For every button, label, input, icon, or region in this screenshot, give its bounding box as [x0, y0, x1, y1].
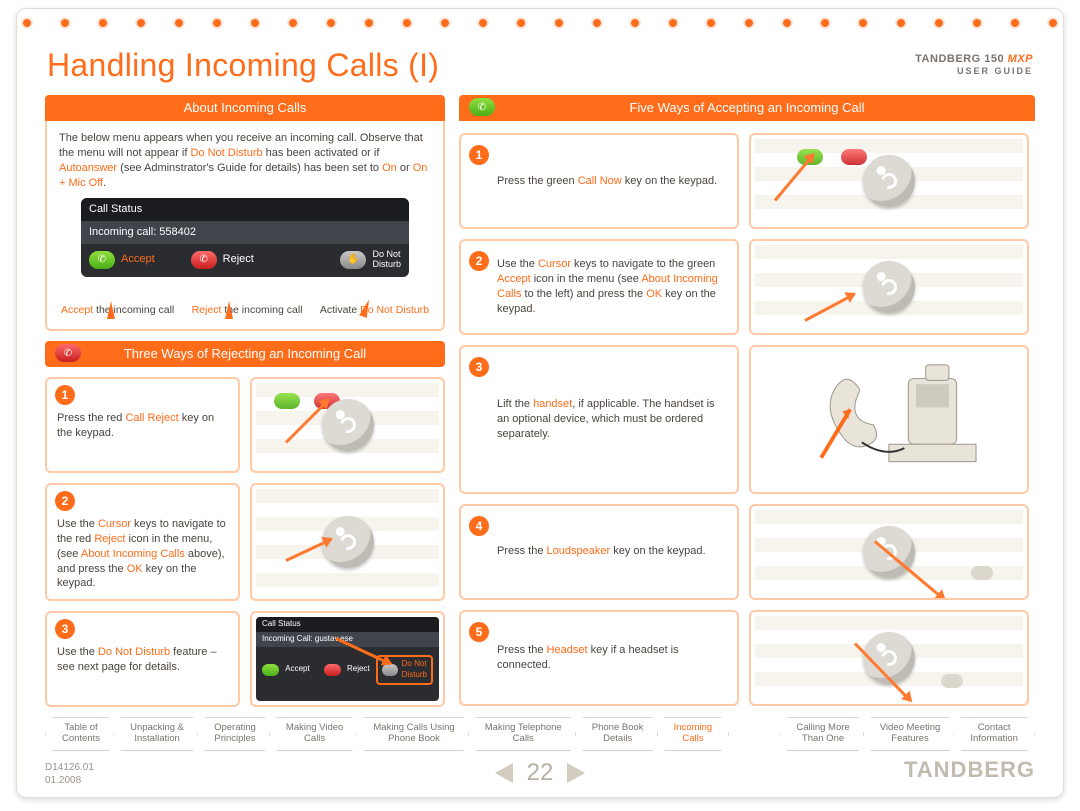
brand-name: TANDBERG 150 — [915, 53, 1004, 65]
step-number-icon: 3 — [55, 619, 75, 639]
bottom-nav: Table ofContentsUnpacking &InstallationO… — [45, 717, 1035, 751]
spiral-binding — [17, 19, 1063, 35]
phone-down-icon — [324, 664, 341, 676]
keypad-illustration — [749, 239, 1029, 335]
accept-step-1: 1 Press the green Call Now key on the ke… — [459, 133, 739, 229]
menu-reject[interactable]: ✆ Reject — [191, 251, 254, 269]
left-column: About Incoming Calls The below menu appe… — [45, 95, 445, 707]
nav-tab[interactable]: Phone BookDetails — [575, 717, 661, 751]
brand-block: TANDBERG 150 MXP USER GUIDE — [915, 53, 1033, 77]
accept-row-4: 4 Press the Loudspeaker key on the keypa… — [459, 504, 1035, 600]
phone-icon: ✆ — [89, 251, 115, 269]
nav-tab[interactable]: Unpacking &Installation — [113, 717, 201, 751]
prev-page-button[interactable] — [495, 763, 513, 783]
accept-row-2: 2 Use the Cursor keys to navigate to the… — [459, 239, 1035, 335]
accept-row-1: 1 Press the green Call Now key on the ke… — [459, 133, 1035, 229]
about-panel: The below menu appears when you receive … — [45, 121, 445, 331]
accept-header: ✆ Five Ways of Accepting an Incoming Cal… — [459, 95, 1035, 121]
call-menu: Call Status Incoming call: 558402 ✆ Acce… — [81, 198, 409, 277]
phone-icon: ✆ — [469, 98, 495, 116]
nav-tab[interactable]: Making Calls UsingPhone Book — [356, 717, 471, 751]
headset-key-icon — [941, 674, 963, 688]
arrow-icon — [774, 154, 815, 202]
nav-tab[interactable]: OperatingPrinciples — [197, 717, 273, 751]
accept-step-4: 4 Press the Loudspeaker key on the keypa… — [459, 504, 739, 600]
step-number-icon: 3 — [469, 357, 489, 377]
arrow-icon — [804, 293, 855, 322]
footer-docinfo: D14126.0101.2008 — [45, 761, 94, 787]
keypad-illustration — [250, 377, 445, 473]
phone-icon: ✆ — [55, 344, 81, 362]
menu-dnd[interactable]: ✋ Do NotDisturb — [340, 250, 401, 269]
red-key-icon — [841, 149, 867, 165]
page: Handling Incoming Calls (I) TANDBERG 150… — [16, 8, 1064, 798]
step-number-icon: 4 — [469, 516, 489, 536]
about-intro: The below menu appears when you receive … — [59, 131, 431, 190]
accept-step-2: 2 Use the Cursor keys to navigate to the… — [459, 239, 739, 335]
accept-row-3: 3 Lift the handset, if applicable. The h… — [459, 345, 1035, 494]
green-key-icon — [274, 393, 300, 409]
page-number: 22 — [527, 759, 554, 787]
menu-accept[interactable]: ✆ Accept — [89, 251, 155, 269]
reject-row-1: 1 Press the red Call Reject key on the k… — [45, 377, 445, 473]
accept-step-3: 3 Lift the handset, if applicable. The h… — [459, 345, 739, 494]
dial-icon — [863, 261, 915, 313]
right-column: ✆ Five Ways of Accepting an Incoming Cal… — [459, 95, 1035, 706]
reject-step-1: 1 Press the red Call Reject key on the k… — [45, 377, 240, 473]
nav-tab[interactable]: ContactInformation — [953, 717, 1035, 751]
content-area: About Incoming Calls The below menu appe… — [45, 95, 1035, 717]
keypad-illustration — [749, 133, 1029, 229]
step-number-icon: 1 — [55, 385, 75, 405]
nav-tab[interactable]: Video MeetingFeatures — [863, 717, 958, 751]
arrow-icon — [225, 301, 233, 319]
footer-logo: TANDBERG — [904, 757, 1035, 783]
call-menu-incoming: Incoming call: 558402 — [81, 221, 409, 244]
keypad-illustration — [749, 504, 1029, 600]
brand-mxp: MXP — [1004, 53, 1033, 65]
handset-device-icon — [775, 361, 1003, 477]
step-number-icon: 2 — [469, 251, 489, 271]
step-number-icon: 5 — [469, 622, 489, 642]
reject-step-3: 3 Use the Do Not Disturb feature – see n… — [45, 611, 240, 707]
nav-tab[interactable]: IncomingCalls — [657, 717, 730, 751]
next-page-button[interactable] — [567, 763, 585, 783]
dial-icon — [863, 155, 915, 207]
nav-tab[interactable]: Calling MoreThan One — [779, 717, 866, 751]
nav-tab[interactable]: Table ofContents — [45, 717, 117, 751]
keypad-illustration — [749, 610, 1029, 706]
reject-header: ✆ Three Ways of Rejecting an Incoming Ca… — [45, 341, 445, 367]
step-number-icon: 1 — [469, 145, 489, 165]
accept-row-5: 5 Press the Headset key if a headset is … — [459, 610, 1035, 706]
loudspeaker-key-icon — [971, 566, 993, 580]
call-menu-options: ✆ Accept ✆ Reject ✋ Do NotDisturb — [81, 244, 409, 277]
phone-icon — [262, 664, 279, 676]
handset-illustration — [749, 345, 1029, 494]
reject-row-3: 3 Use the Do Not Disturb feature – see n… — [45, 611, 445, 707]
arrow-icon — [107, 301, 115, 319]
page-title: Handling Incoming Calls (I) — [47, 47, 439, 84]
nav-tab[interactable]: Making TelephoneCalls — [468, 717, 579, 751]
accept-step-5: 5 Press the Headset key if a headset is … — [459, 610, 739, 706]
step-number-icon: 2 — [55, 491, 75, 511]
call-menu-title: Call Status — [81, 198, 409, 221]
keypad-illustration — [250, 483, 445, 601]
hand-icon: ✋ — [340, 251, 366, 269]
brand-sub: USER GUIDE — [957, 66, 1033, 76]
reject-row-2: 2 Use the Cursor keys to navigate to the… — [45, 483, 445, 601]
dnd-menu-illustration: Call Status Incoming Call: gustav.ese Ac… — [250, 611, 445, 707]
about-header: About Incoming Calls — [45, 95, 445, 121]
phone-down-icon: ✆ — [191, 251, 217, 269]
reject-step-2: 2 Use the Cursor keys to navigate to the… — [45, 483, 240, 601]
nav-tab[interactable]: Making VideoCalls — [269, 717, 360, 751]
